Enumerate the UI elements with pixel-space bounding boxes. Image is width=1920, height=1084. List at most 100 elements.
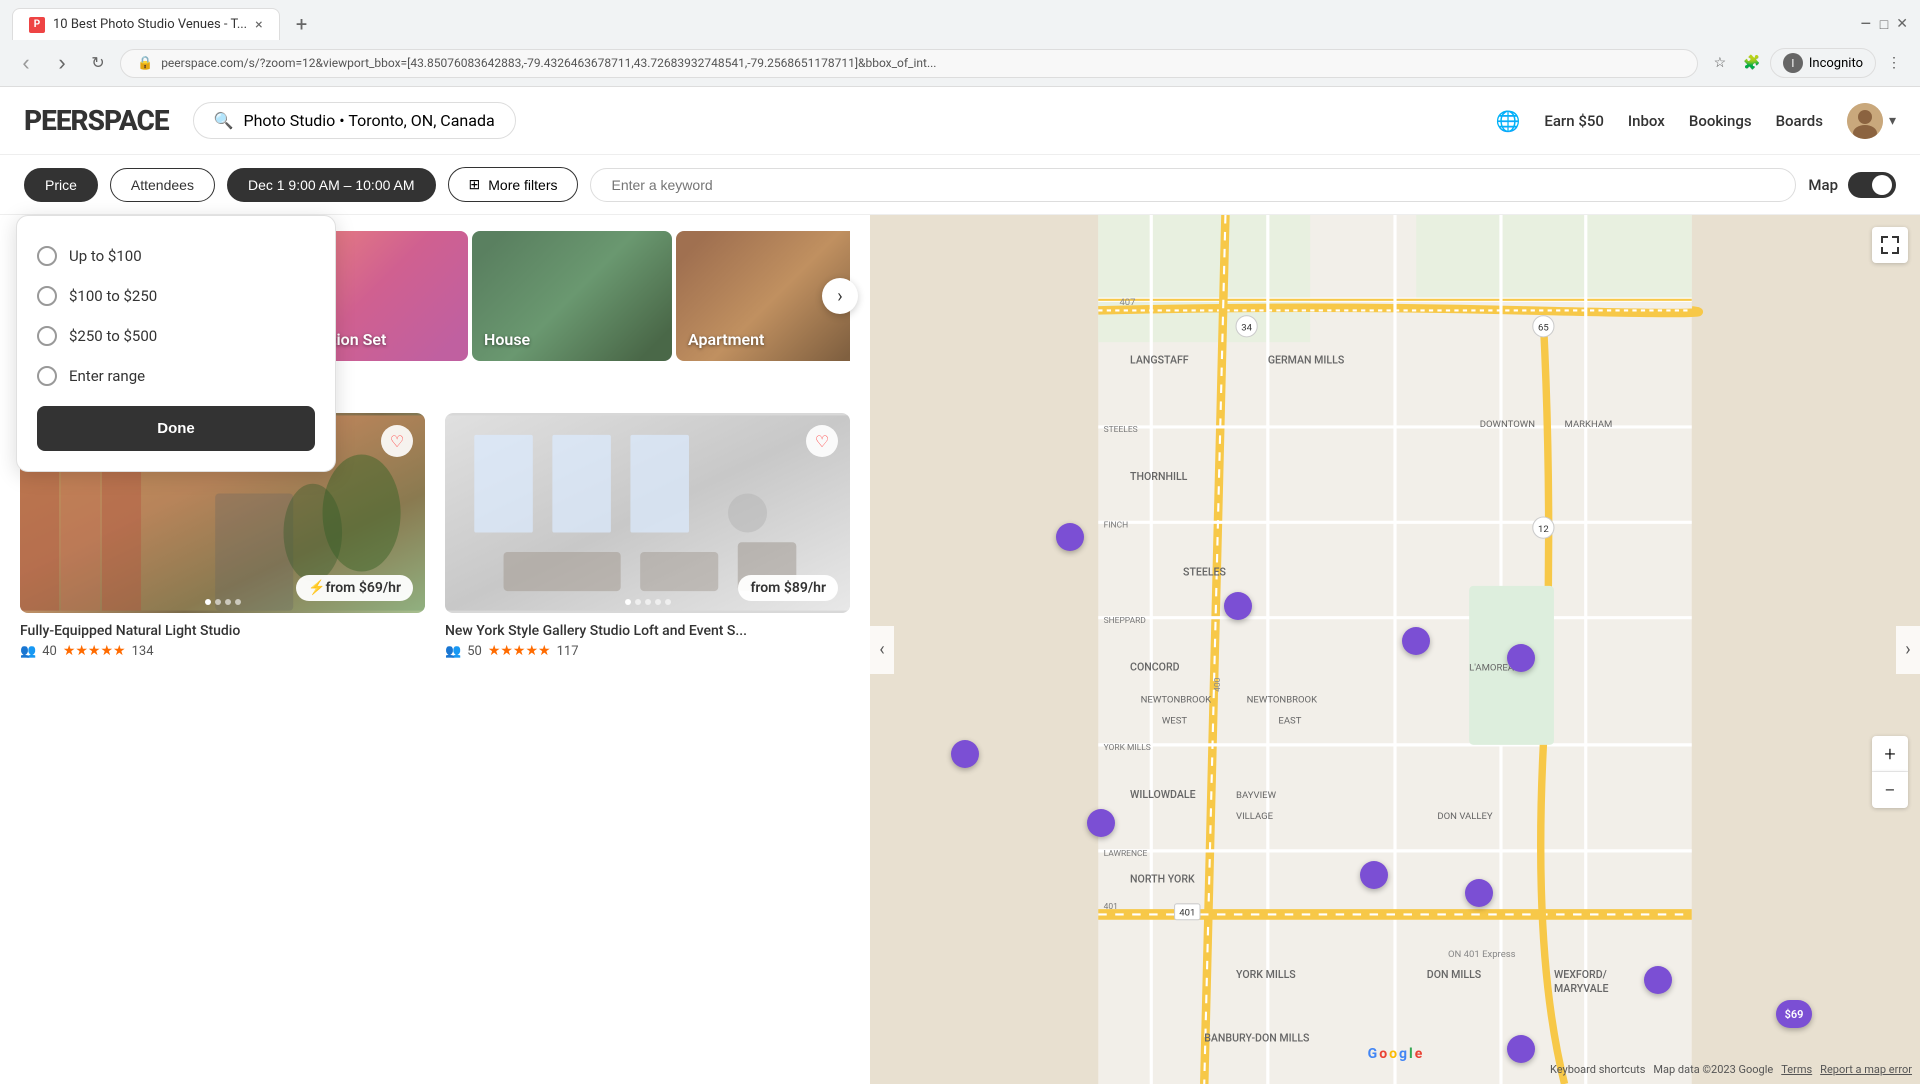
map-pin-10[interactable]: $69 — [1776, 1000, 1812, 1028]
dot-1-4 — [235, 599, 241, 605]
radio-100-250[interactable] — [37, 286, 57, 306]
minimize-button[interactable]: – — [1860, 14, 1872, 35]
new-tab-button[interactable]: + — [288, 10, 316, 38]
map-pin-1[interactable] — [1056, 523, 1084, 551]
svg-text:WILLOWDALE: WILLOWDALE — [1130, 788, 1196, 801]
bookings-link[interactable]: Bookings — [1689, 112, 1752, 130]
map-toggle[interactable] — [1848, 172, 1896, 198]
price-option-1[interactable]: Up to $100 — [37, 236, 315, 276]
listing-info-1: Fully-Equipped Natural Light Studio 👥 40… — [20, 613, 425, 663]
svg-text:WEXFORD/: WEXFORD/ — [1554, 968, 1607, 981]
price-dropdown: Up to $100 $100 to $250 $250 to $500 Ent… — [16, 215, 336, 472]
map-pin-4[interactable] — [1507, 644, 1535, 672]
svg-text:NEWTONBROOK: NEWTONBROOK — [1141, 694, 1211, 705]
terms-link[interactable]: Terms — [1781, 1063, 1812, 1076]
map-label: Map — [1808, 176, 1838, 194]
address-bar[interactable]: 🔒 peerspace.com/s/?zoom=12&viewport_bbox… — [120, 49, 1698, 78]
tab-close-button[interactable]: × — [255, 17, 262, 33]
scroll-right-button[interactable]: › — [822, 278, 858, 314]
zoom-in-button[interactable]: + — [1872, 736, 1908, 772]
incognito-profile[interactable]: I Incognito — [1770, 48, 1876, 78]
browser-nav-icons: ☆ 🧩 I Incognito ⋮ — [1706, 48, 1908, 78]
attendee-count-2: 50 — [467, 644, 482, 659]
keyword-input[interactable] — [590, 168, 1796, 202]
svg-text:LAWRENCE: LAWRENCE — [1104, 849, 1148, 859]
svg-text:12: 12 — [1538, 524, 1549, 535]
category-label-apartment: Apartment — [688, 330, 764, 349]
extension-icon[interactable]: 🧩 — [1738, 49, 1766, 77]
listing-card-2[interactable]: ♡ from $89/hr New York Style Gallery Stu… — [445, 413, 850, 663]
report-error-link[interactable]: Report a map error — [1820, 1063, 1912, 1076]
review-count-2: 117 — [557, 644, 579, 659]
close-window-button[interactable]: ✕ — [1896, 16, 1908, 32]
map-toggle-area: Map — [1808, 172, 1896, 198]
dot-2-4 — [655, 599, 661, 605]
radio-up-to-100[interactable] — [37, 246, 57, 266]
map-pin-6[interactable] — [1087, 809, 1115, 837]
map-scroll-right[interactable]: › — [1896, 626, 1920, 674]
keyboard-shortcuts[interactable]: Keyboard shortcuts — [1550, 1063, 1645, 1076]
svg-text:EAST: EAST — [1278, 716, 1301, 727]
filters-bar: Price Attendees Dec 1 9:00 AM – 10:00 AM… — [0, 155, 1920, 215]
map-container[interactable]: 407 400 STEELES FINCH SHEPPARD YORK MILL… — [870, 215, 1920, 1084]
user-menu[interactable]: ▾ — [1847, 103, 1896, 139]
svg-text:SHEPPARD: SHEPPARD — [1104, 616, 1147, 626]
peerspace-logo[interactable]: PEERSPACE — [24, 104, 169, 137]
dot-1-3 — [225, 599, 231, 605]
svg-text:65: 65 — [1538, 323, 1549, 334]
map-pin-11[interactable] — [1507, 1035, 1535, 1063]
boards-link[interactable]: Boards — [1776, 112, 1823, 130]
bookmark-icon[interactable]: ☆ — [1706, 49, 1734, 77]
google-logo: G o o g l e — [1368, 1046, 1423, 1062]
globe-icon[interactable]: 🌐 — [1495, 109, 1520, 133]
incognito-label: Incognito — [1809, 56, 1863, 71]
map-pin-8[interactable] — [1465, 879, 1493, 907]
svg-text:GERMAN MILLS: GERMAN MILLS — [1268, 353, 1345, 366]
restore-button[interactable]: □ — [1880, 16, 1888, 33]
svg-text:STEELES: STEELES — [1104, 425, 1138, 435]
earn-link[interactable]: Earn $50 — [1544, 112, 1604, 130]
listing-title-2: New York Style Gallery Studio Loft and E… — [445, 623, 850, 639]
radio-enter-range[interactable] — [37, 366, 57, 386]
map-pin-3[interactable] — [1402, 627, 1430, 655]
svg-text:YORK MILLS: YORK MILLS — [1104, 743, 1151, 753]
back-button[interactable]: ‹ — [12, 49, 40, 77]
done-button[interactable]: Done — [37, 406, 315, 451]
forward-button[interactable]: › — [48, 49, 76, 77]
price-option-3[interactable]: $250 to $500 — [37, 316, 315, 356]
price-filter-button[interactable]: Price — [24, 168, 98, 202]
map-svg: 407 400 STEELES FINCH SHEPPARD YORK MILL… — [870, 215, 1920, 1084]
category-card-house[interactable]: House — [472, 231, 672, 361]
dot-2-1 — [625, 599, 631, 605]
price-option-2[interactable]: $100 to $250 — [37, 276, 315, 316]
svg-text:NEWTONBROOK: NEWTONBROOK — [1247, 694, 1317, 705]
radio-250-500[interactable] — [37, 326, 57, 346]
map-pin-5[interactable] — [951, 740, 979, 768]
attendees-filter-button[interactable]: Attendees — [110, 168, 215, 202]
price-label-1: Up to $100 — [69, 247, 142, 265]
listing-info-2: New York Style Gallery Studio Loft and E… — [445, 613, 850, 663]
inbox-link[interactable]: Inbox — [1628, 112, 1665, 130]
reload-button[interactable]: ↻ — [84, 49, 112, 77]
listing-heart-2[interactable]: ♡ — [806, 425, 838, 457]
svg-text:CONCORD: CONCORD — [1130, 661, 1180, 674]
more-options-icon[interactable]: ⋮ — [1880, 49, 1908, 77]
map-pin-9[interactable] — [1644, 966, 1672, 994]
map-pin-2[interactable] — [1224, 592, 1252, 620]
price-option-4[interactable]: Enter range — [37, 356, 315, 396]
search-bar[interactable]: 🔍 Photo Studio • Toronto, ON, Canada — [193, 102, 516, 139]
browser-tab[interactable]: P 10 Best Photo Studio Venues - T... × — [12, 8, 280, 40]
more-filters-button[interactable]: ⊞ More filters — [448, 167, 579, 202]
date-filter-button[interactable]: Dec 1 9:00 AM – 10:00 AM — [227, 168, 436, 202]
fullscreen-button[interactable] — [1872, 227, 1908, 263]
listing-dots-1 — [205, 599, 241, 605]
listing-heart-1[interactable]: ♡ — [381, 425, 413, 457]
map-scroll-left[interactable]: ‹ — [870, 626, 894, 674]
svg-text:34: 34 — [1241, 323, 1252, 334]
map-panel: 407 400 STEELES FINCH SHEPPARD YORK MILL… — [870, 215, 1920, 1084]
zoom-out-button[interactable]: − — [1872, 772, 1908, 808]
svg-text:NORTH YORK: NORTH YORK — [1130, 873, 1195, 886]
map-data-label: Map data ©2023 Google — [1653, 1063, 1773, 1076]
listing-title-1: Fully-Equipped Natural Light Studio — [20, 623, 425, 639]
map-pin-7[interactable] — [1360, 861, 1388, 889]
